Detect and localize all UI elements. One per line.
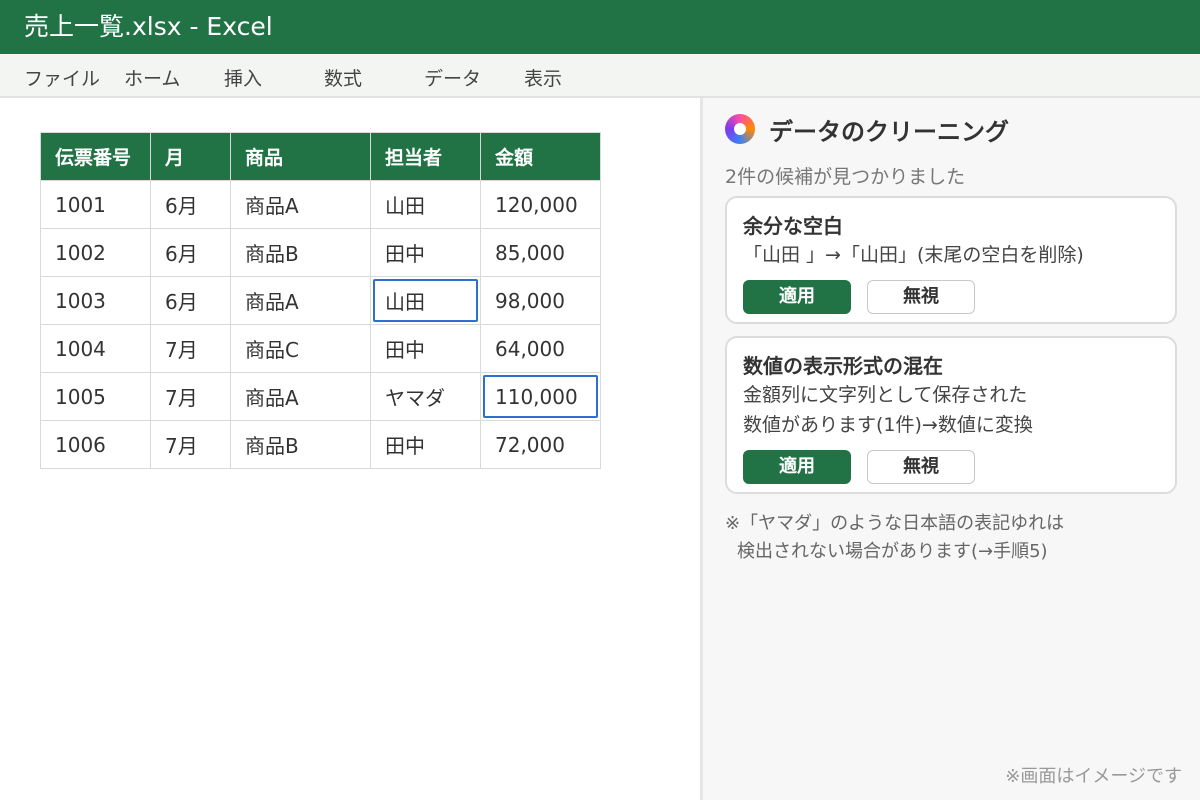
- cell[interactable]: 1003: [40, 276, 151, 325]
- cell[interactable]: 72,000: [480, 420, 601, 469]
- apply-button[interactable]: 適用: [743, 450, 851, 484]
- highlighted-cell-trailing-space[interactable]: 山田: [370, 276, 481, 325]
- cell[interactable]: 1002: [40, 228, 151, 277]
- ignore-button[interactable]: 無視: [867, 450, 975, 484]
- cell[interactable]: 98,000: [480, 276, 601, 325]
- cell[interactable]: 7月: [150, 420, 231, 469]
- cell[interactable]: 64,000: [480, 324, 601, 373]
- table-row: 1001 6月 商品A 山田 120,000: [40, 180, 601, 229]
- ignore-button[interactable]: 無視: [867, 280, 975, 314]
- cell[interactable]: 1005: [40, 372, 151, 421]
- col-header-staff[interactable]: 担当者: [370, 132, 481, 181]
- card-description-line1: 金額列に文字列として保存された: [743, 384, 1028, 406]
- caution-note-line1: ※「ヤマダ」のような日本語の表記ゆれは: [725, 513, 1065, 534]
- copilot-icon: [725, 114, 755, 144]
- tab-file[interactable]: ファイル: [24, 64, 100, 91]
- worksheet: 伝票番号 月 商品 担当者 金額 1001 6月 商品A 山田 120,000 …: [0, 98, 700, 800]
- cell[interactable]: 7月: [150, 372, 231, 421]
- col-header-slip-no[interactable]: 伝票番号: [40, 132, 151, 181]
- ribbon: ファイル ホーム 挿入 数式 データ 表示: [0, 54, 1200, 98]
- highlighted-cell-text-number[interactable]: 110,000: [480, 372, 601, 421]
- col-header-amount[interactable]: 金額: [480, 132, 601, 181]
- cell[interactable]: 6月: [150, 180, 231, 229]
- suggestion-card-whitespace: 余分な空白 「山田 」→「山田」(末尾の空白を削除) 適用 無視: [725, 196, 1177, 324]
- tab-formulas[interactable]: 数式: [324, 64, 362, 91]
- data-table: 伝票番号 月 商品 担当者 金額 1001 6月 商品A 山田 120,000 …: [40, 132, 601, 469]
- cell[interactable]: 田中: [370, 228, 481, 277]
- card-description: 「山田 」→「山田」(末尾の空白を削除): [743, 244, 1084, 266]
- tab-view[interactable]: 表示: [524, 64, 562, 91]
- table-row: 1003 6月 商品A 山田 98,000: [40, 276, 601, 325]
- cell[interactable]: 6月: [150, 228, 231, 277]
- cell[interactable]: 商品A: [230, 180, 371, 229]
- cell[interactable]: 1004: [40, 324, 151, 373]
- cell[interactable]: 商品B: [230, 228, 371, 277]
- pane-title: データのクリーニング: [769, 117, 1009, 146]
- cell[interactable]: 1001: [40, 180, 151, 229]
- card-description-line2: 数値があります(1件)→数値に変換: [743, 414, 1033, 436]
- table-row: 1002 6月 商品B 田中 85,000: [40, 228, 601, 277]
- pane-subtitle: 2件の候補が見つかりました: [725, 166, 966, 188]
- cell[interactable]: 商品A: [230, 372, 371, 421]
- col-header-product[interactable]: 商品: [230, 132, 371, 181]
- data-cleaning-pane: データのクリーニング 2件の候補が見つかりました 余分な空白 「山田 」→「山田…: [703, 98, 1200, 800]
- tab-home[interactable]: ホーム: [124, 64, 180, 91]
- tab-insert[interactable]: 挿入: [224, 64, 262, 91]
- table-row: 1006 7月 商品B 田中 72,000: [40, 420, 601, 469]
- apply-button[interactable]: 適用: [743, 280, 851, 314]
- image-disclaimer: ※画面はイメージです: [1005, 766, 1182, 787]
- caution-note-line2: 検出されない場合があります(→手順5): [737, 541, 1048, 562]
- caution-note: ※「ヤマダ」のような日本語の表記ゆれは 検出されない場合があります(→手順5): [725, 510, 1064, 566]
- cell[interactable]: 商品C: [230, 324, 371, 373]
- tab-data[interactable]: データ: [424, 64, 481, 91]
- cell[interactable]: 6月: [150, 276, 231, 325]
- header-row: 伝票番号 月 商品 担当者 金額: [40, 132, 601, 181]
- cell[interactable]: 山田: [370, 180, 481, 229]
- table-row: 1005 7月 商品A ヤマダ 110,000: [40, 372, 601, 421]
- card-title: 余分な空白: [743, 214, 843, 238]
- cell[interactable]: 田中: [370, 420, 481, 469]
- cell[interactable]: 1006: [40, 420, 151, 469]
- cell[interactable]: 120,000: [480, 180, 601, 229]
- cell[interactable]: 商品B: [230, 420, 371, 469]
- col-header-month[interactable]: 月: [150, 132, 231, 181]
- suggestion-card-number-format: 数値の表示形式の混在 金額列に文字列として保存された 数値があります(1件)→数…: [725, 336, 1177, 494]
- pane-header: データのクリーニング: [725, 114, 1009, 146]
- card-title: 数値の表示形式の混在: [743, 354, 943, 378]
- cell[interactable]: 商品A: [230, 276, 371, 325]
- cell[interactable]: 7月: [150, 324, 231, 373]
- cell[interactable]: 田中: [370, 324, 481, 373]
- window-title: 売上一覧.xlsx - Excel: [0, 0, 1200, 54]
- cell[interactable]: 85,000: [480, 228, 601, 277]
- cell[interactable]: ヤマダ: [370, 372, 481, 421]
- table-row: 1004 7月 商品C 田中 64,000: [40, 324, 601, 373]
